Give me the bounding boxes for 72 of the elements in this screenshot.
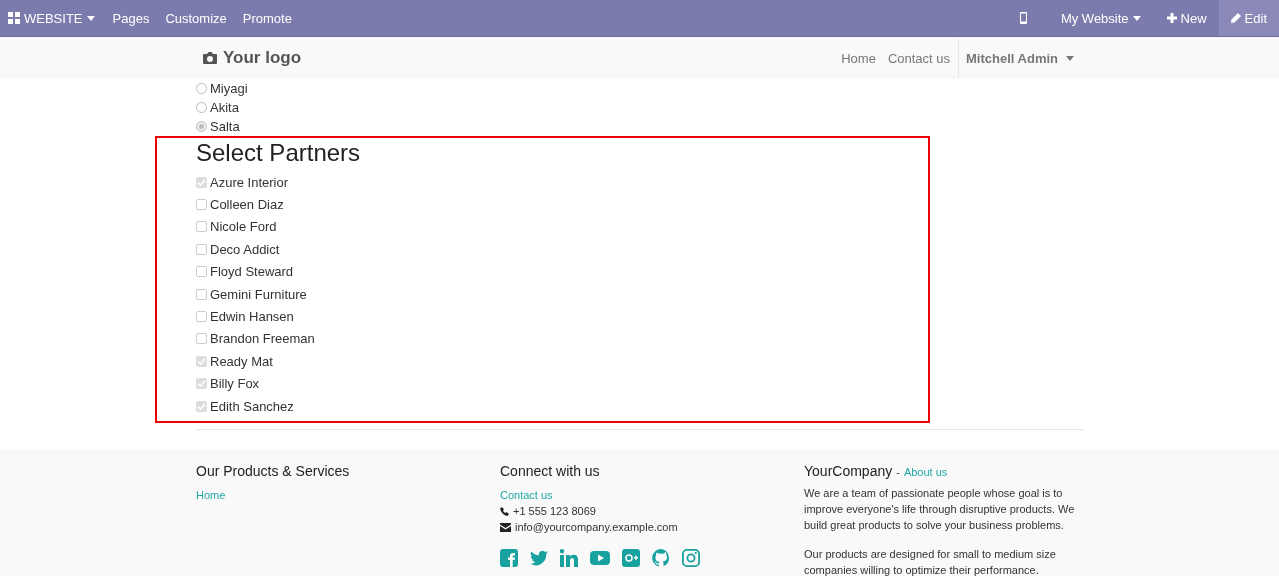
camera-icon [203, 52, 217, 64]
envelope-icon [500, 522, 511, 532]
checkbox-label: Colleen Diaz [210, 197, 284, 213]
nav-link[interactable]: Contact us [881, 50, 957, 66]
check-icon [197, 356, 206, 366]
footer-link[interactable]: Contact us [500, 487, 553, 503]
column-heading: YourCompany [804, 462, 893, 480]
logo-text[interactable]: Your logo [223, 48, 302, 68]
checkbox[interactable] [196, 333, 207, 345]
footer-link[interactable]: Home [196, 487, 226, 503]
phone-icon [500, 506, 509, 516]
checkbox-label: Azure Interior [210, 174, 289, 190]
pencil-icon [1230, 13, 1241, 23]
radio-button[interactable] [196, 83, 207, 94]
caret-icon [1066, 55, 1074, 61]
plus-icon [1166, 13, 1177, 23]
checkbox[interactable] [196, 288, 207, 300]
footer-link[interactable]: About us [903, 464, 948, 480]
section-title: Select Partners [196, 138, 362, 168]
check-icon [197, 401, 206, 411]
new-button[interactable]: New [1154, 0, 1219, 36]
checkbox-label: Billy Fox [210, 376, 260, 392]
email-address: info@yourcompany.example.com [515, 520, 678, 535]
edit-button[interactable]: Edit [1218, 0, 1279, 36]
menu-item[interactable]: Customize [157, 0, 235, 36]
checkbox-label: Ready Mat [210, 353, 273, 369]
user-menu[interactable]: Mitchell Admin [958, 38, 1084, 78]
youtube-icon[interactable] [590, 549, 610, 567]
checkbox[interactable] [196, 400, 207, 412]
checkbox[interactable] [196, 355, 207, 367]
company-description: Our products are designed for small to medium size companies willing to optimize their performance. [804, 547, 1057, 576]
nav-link[interactable]: Home [835, 50, 882, 66]
checkbox-label: Gemini Furniture [210, 286, 307, 302]
github-icon[interactable] [652, 549, 670, 567]
phone-number: +1 555 123 8069 [513, 504, 596, 519]
website-menu[interactable]: My Website [1046, 0, 1155, 36]
company-description: We are a team of passionate people whose goal is to improve everyone's life through disruptive products. We build great products to solve your business problems. [804, 486, 1076, 533]
column-heading: Our Products & Services [196, 462, 351, 480]
radio-label: Akita [210, 100, 239, 115]
separator-text: - [896, 466, 900, 478]
linkedin-icon[interactable] [560, 549, 578, 567]
checkbox-label: Edwin Hansen [210, 309, 294, 325]
radio-label: Miyagi [210, 81, 248, 96]
checkbox[interactable] [196, 266, 207, 278]
app-menu-button[interactable]: WEBSITE [0, 0, 105, 36]
caret-icon [86, 15, 95, 21]
mobile-phone-icon [1019, 12, 1027, 24]
checkbox-label: Edith Sanchez [210, 398, 294, 414]
caret-icon [1132, 15, 1141, 21]
twitter-icon[interactable] [530, 549, 548, 567]
menu-item[interactable]: Promote [234, 0, 300, 36]
instagram-icon[interactable] [682, 549, 700, 567]
checkbox[interactable] [196, 311, 207, 323]
checkbox[interactable] [196, 199, 207, 211]
checkbox[interactable] [196, 243, 207, 255]
checkbox[interactable] [196, 221, 207, 233]
radio-label: Salta [210, 119, 240, 134]
checkbox[interactable] [196, 378, 207, 390]
check-icon [197, 177, 206, 187]
facebook-icon[interactable] [500, 549, 518, 567]
check-icon [197, 379, 206, 389]
checkbox-label: Deco Addict [210, 241, 280, 257]
radio-button[interactable] [196, 121, 207, 132]
grid-icon [8, 12, 20, 24]
column-heading: Connect with us [500, 462, 601, 480]
checkbox-label: Nicole Ford [210, 219, 277, 235]
checkbox-label: Brandon Freeman [210, 331, 315, 347]
radio-button[interactable] [196, 102, 207, 113]
menu-item[interactable]: Pages [104, 0, 158, 36]
checkbox[interactable] [196, 176, 207, 188]
google-plus-icon[interactable] [622, 549, 640, 567]
checkbox-label: Floyd Steward [210, 264, 294, 280]
